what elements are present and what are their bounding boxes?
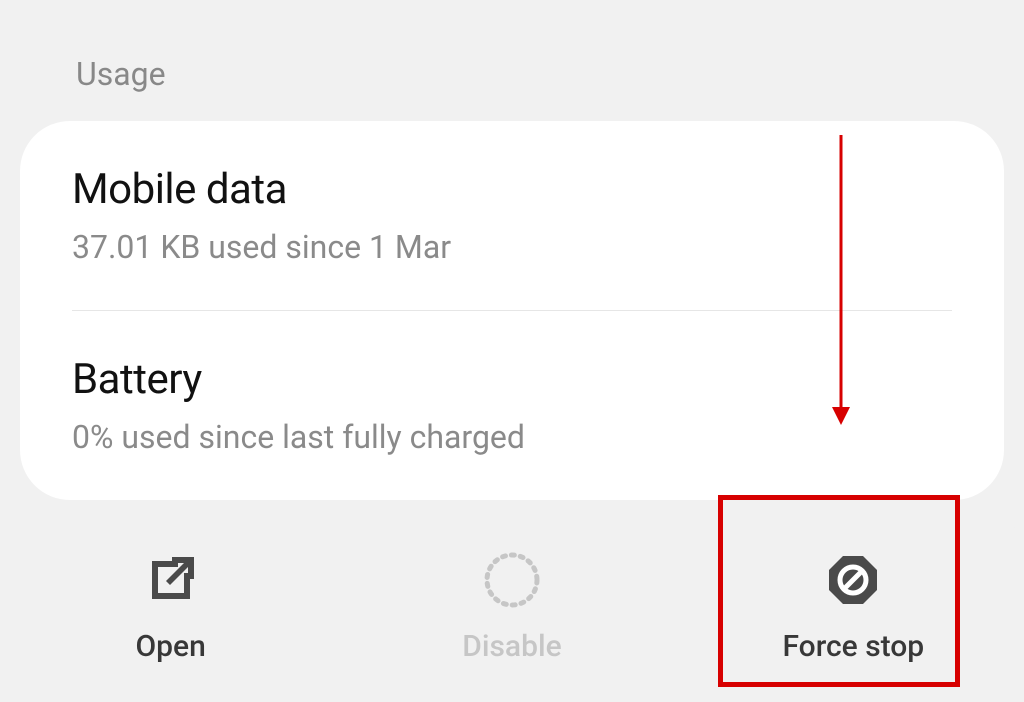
section-header-usage: Usage (0, 0, 1024, 121)
mobile-data-subtitle: 37.01 KB used since 1 Mar (72, 228, 952, 266)
disable-button: Disable (382, 545, 642, 664)
mobile-data-title: Mobile data (72, 165, 952, 214)
force-stop-button[interactable]: Force stop (723, 545, 983, 664)
battery-subtitle: 0% used since last fully charged (72, 418, 952, 456)
force-stop-label: Force stop (782, 629, 924, 664)
usage-card: Mobile data 37.01 KB used since 1 Mar Ba… (20, 121, 1004, 500)
battery-item[interactable]: Battery 0% used since last fully charged (72, 310, 952, 500)
disable-label: Disable (462, 629, 561, 664)
disable-icon (484, 545, 540, 615)
battery-title: Battery (72, 355, 952, 404)
open-label: Open (136, 629, 206, 664)
mobile-data-item[interactable]: Mobile data 37.01 KB used since 1 Mar (20, 121, 1004, 310)
open-icon (144, 545, 198, 615)
bottom-action-bar: Open Disable Force stop (0, 507, 1024, 702)
open-button[interactable]: Open (41, 545, 301, 664)
force-stop-icon (826, 545, 880, 615)
